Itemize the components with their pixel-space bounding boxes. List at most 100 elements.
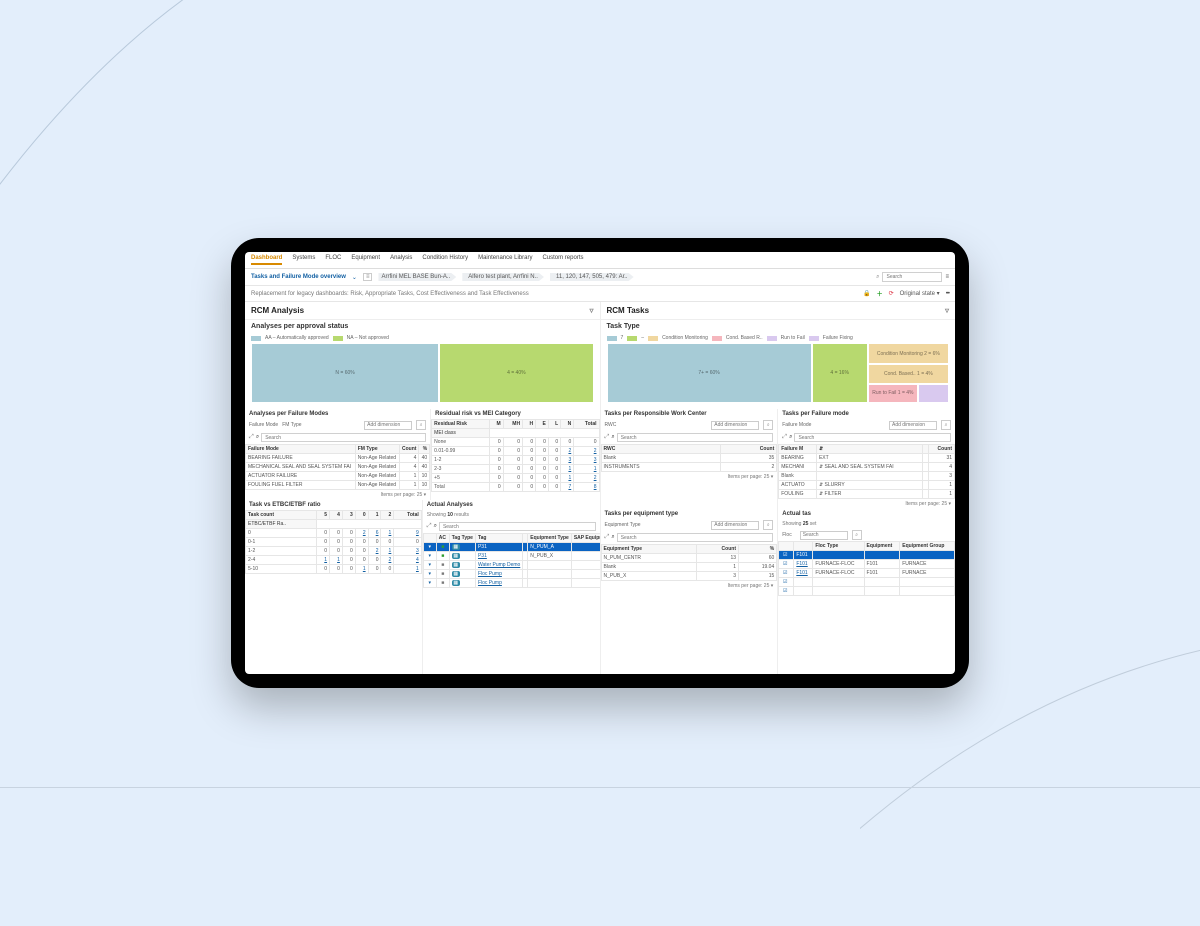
tab-maintenance-library[interactable]: Maintenance Library: [478, 255, 532, 265]
legend-chip: [648, 336, 658, 341]
failmodes-filter-1[interactable]: Failure Mode: [249, 422, 278, 428]
table-row[interactable]: ACTUATOR FAILURENon-Age Related110: [246, 472, 430, 481]
table-row[interactable]: N_PUM_CENTR1360: [601, 554, 777, 563]
table-row[interactable]: FOULING FUEL FILTERNon-Age Related110: [246, 481, 430, 490]
tasktype-title: Task Type: [601, 320, 956, 333]
table-row[interactable]: N_PUB_X315: [601, 572, 777, 581]
eqtype-pager[interactable]: Items per page: 25 ▾: [601, 581, 778, 591]
rwc-search-input[interactable]: [617, 433, 774, 442]
tab-condition-history[interactable]: Condition History: [422, 255, 468, 265]
tasktype-block-cbr[interactable]: Cond. Based.. 1 = 4%: [868, 364, 949, 383]
rwc-search-btn[interactable]: ⌕: [763, 420, 773, 430]
approval-block-na[interactable]: 4 = 40%: [439, 343, 593, 403]
fm-pager[interactable]: Items per page: 25 ▾: [778, 499, 955, 509]
state-dropdown[interactable]: Original state ▾: [900, 290, 940, 297]
table-row[interactable]: ☑: [779, 587, 955, 596]
tab-equipment[interactable]: Equipment: [351, 255, 380, 265]
table-row[interactable]: Total0000078: [432, 483, 599, 492]
table-row[interactable]: ACTUATO⇵ SLURRY1: [779, 481, 955, 490]
table-row[interactable]: 2-30000011: [432, 465, 599, 474]
table-row[interactable]: ▾■▦Water Pump Demo: [423, 561, 599, 570]
filter-icon[interactable]: ▿: [589, 306, 593, 315]
approval-block-aa[interactable]: N = 60%: [251, 343, 439, 403]
table-row[interactable]: ☑F101FURNACE-FLOCF101FURNACE: [779, 560, 955, 569]
table-row[interactable]: None0000000: [432, 438, 599, 447]
page-title[interactable]: Tasks and Failure Mode overview: [251, 274, 346, 280]
table-row[interactable]: ▾■▦P31N_PUB_X: [423, 552, 599, 561]
actual-table: ACTag TypeTagEquipment TypeSAP Equipment…: [423, 533, 600, 588]
zoom-icon[interactable]: ⤢: [605, 534, 610, 541]
eqtype-search-btn[interactable]: ⌕: [763, 520, 773, 530]
fm-search-input[interactable]: [794, 433, 951, 442]
atas-table: Floc TypeEquipmentEquipment Group ☑F101 …: [778, 541, 955, 596]
failmodes-dim-input[interactable]: [364, 421, 412, 430]
table-row[interactable]: ▾■▦P31N_PUM_A: [423, 543, 599, 552]
table-row[interactable]: 1-20000033: [432, 456, 599, 465]
breadcrumb-3[interactable]: 11, 120, 147, 505, 479: Ar..: [550, 273, 634, 281]
atas-dim-input[interactable]: [800, 531, 848, 540]
table-row[interactable]: BEARINGEXT31: [779, 454, 955, 463]
add-icon[interactable]: ＋: [877, 289, 883, 298]
global-search: ⌕ ≡: [876, 272, 949, 282]
tasktype-block-dash[interactable]: 4 = 16%: [812, 343, 868, 403]
title-chevron-icon[interactable]: ⌄: [352, 274, 357, 281]
fm-search-btn[interactable]: ⌕: [941, 420, 951, 430]
tasktype-block-7[interactable]: 7+ = 60%: [607, 343, 812, 403]
table-row[interactable]: MECHANICAL SEAL AND SEAL SYSTEM FAINon-A…: [246, 463, 430, 472]
tab-custom-reports[interactable]: Custom reports: [542, 255, 583, 265]
table-row[interactable]: 5-100001001: [246, 565, 422, 574]
zoom-icon[interactable]: ⤢: [427, 523, 432, 530]
rwc-pager[interactable]: Items per page: 25 ▾: [601, 472, 778, 482]
table-row[interactable]: 1-20000213: [246, 547, 422, 556]
table-row[interactable]: Blank119.04: [601, 563, 777, 572]
rwc-title: Tasks per Responsible Work Center: [601, 409, 778, 419]
table-row[interactable]: MECHANI⇵ SEAL AND SEAL SYSTEM FAI4: [779, 463, 955, 472]
table-row[interactable]: ☑F101: [779, 551, 955, 560]
global-search-input[interactable]: [882, 272, 942, 282]
atas-showing: Showing 25 set: [778, 519, 955, 529]
eqtype-search-input[interactable]: [617, 533, 774, 542]
table-row[interactable]: Blank3: [779, 472, 955, 481]
rwc-dim-input[interactable]: [711, 421, 759, 430]
tab-floc[interactable]: FLOC: [325, 255, 341, 265]
table-row[interactable]: BEARING FAILURENon-Age Related440: [246, 454, 430, 463]
fm-dim-input[interactable]: [889, 421, 937, 430]
atas-search-btn[interactable]: ⌕: [852, 530, 862, 540]
table-row[interactable]: 0-10000000: [246, 538, 422, 547]
eqtype-dim-input[interactable]: [711, 521, 759, 530]
hamburger-icon[interactable]: ≡: [945, 274, 949, 280]
tasktype-block-rtf[interactable]: Run to Fail 1 = 4%: [868, 384, 918, 403]
breadcrumb-2[interactable]: Alfero test plant, Arrfini N..: [462, 273, 544, 281]
breadcrumb-1[interactable]: Arrfini MEL BASE Bun-A..: [378, 273, 456, 281]
failmodes-pager[interactable]: Items per page: 25 ▾: [245, 490, 430, 500]
table-row[interactable]: ▾■▦Floc Pump: [423, 579, 599, 588]
table-row[interactable]: +50000012: [432, 474, 599, 483]
table-row[interactable]: ☑F101FURNACE-FLOCF101FURNACE: [779, 569, 955, 578]
tasktype-block-cm[interactable]: Condition Monitoring 2 = 6%: [868, 343, 949, 364]
panel-actual-tas: Actual tas Showing 25 set Floc⌕ Floc Typ…: [778, 509, 955, 674]
tab-dashboard[interactable]: Dashboard: [251, 255, 282, 265]
table-row[interactable]: ▾■▦Floc Pump: [423, 570, 599, 579]
table-row[interactable]: 00002619: [246, 529, 422, 538]
table-row[interactable]: ☑: [779, 578, 955, 587]
tab-analysis[interactable]: Analysis: [390, 255, 412, 265]
table-row[interactable]: 0.01-0.990000022: [432, 447, 599, 456]
tab-systems[interactable]: Systems: [292, 255, 315, 265]
table-row[interactable]: 2-41100024: [246, 556, 422, 565]
lock-icon[interactable]: 🔒: [863, 290, 870, 297]
failmodes-search-input[interactable]: [261, 433, 426, 442]
filter-icon[interactable]: ▿: [945, 306, 949, 315]
zoom-icon[interactable]: ⤢: [782, 434, 787, 441]
table-row[interactable]: FOULING⇵ FILTER1: [779, 490, 955, 499]
zoom-icon[interactable]: ⤢: [249, 434, 254, 441]
actual-search-input[interactable]: [439, 522, 596, 531]
failmodes-search-btn[interactable]: ⌕: [416, 420, 426, 430]
table-row[interactable]: Blank35: [601, 454, 777, 463]
breadcrumb-list-icon[interactable]: ≡: [363, 273, 373, 281]
reset-icon[interactable]: ⟳: [889, 290, 894, 297]
table-row[interactable]: INSTRUMENTS2: [601, 463, 777, 472]
tasktype-block-ff[interactable]: [918, 384, 949, 403]
failmodes-filter-2[interactable]: FM Type: [282, 422, 301, 428]
zoom-icon[interactable]: ⤢: [605, 434, 610, 441]
more-icon[interactable]: •••: [946, 291, 949, 297]
